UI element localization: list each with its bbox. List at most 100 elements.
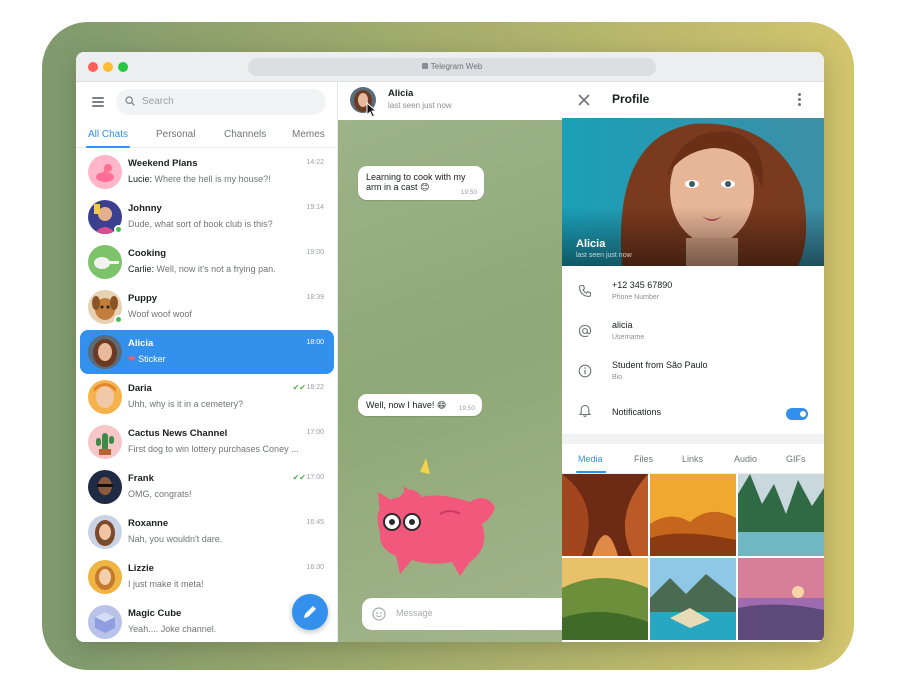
message-time: 19:50 [458,405,475,412]
message-placeholder: Message [396,608,433,618]
message-input[interactable]: Message [362,598,562,630]
section-divider [562,434,824,444]
phone-row[interactable]: +12 345 67890 Phone Number [562,274,824,314]
media-thumbnail[interactable] [562,558,648,640]
chat-preview: OMG, congrats! [128,489,192,499]
folder-tabs: All Chats Personal Channels Memes [76,122,338,148]
title-bar: Telegram Web [76,52,824,82]
read-checkmark-icon: ✔✔ [292,473,306,482]
chat-preview: Woof woof woof [128,309,192,319]
media-thumbnail[interactable] [738,474,824,556]
tab-all-chats[interactable]: All Chats [88,129,128,140]
tab-gifs[interactable]: GIFs [786,454,806,464]
active-tab-indicator [576,471,606,473]
chat-name: Daria [128,383,152,394]
shared-media-tabs: Media Files Links Audio GIFs [562,444,824,474]
chat-time: 16:30 [306,564,324,571]
chat-name: Weekend Plans [128,158,198,169]
message-bubble[interactable]: Learning to cook with my arm in a cast 😊 … [358,166,484,200]
notifications-toggle[interactable] [786,408,808,420]
tab-media[interactable]: Media [578,454,603,464]
chat-name: Cactus News Channel [128,428,228,439]
chat-item-daria[interactable]: ✔✔ Daria Uhh, why is it in a cemetery? 1… [80,375,334,419]
notifications-label: Notifications [612,407,662,417]
message-text: Learning to cook with my arm in a cast 😊 [366,172,466,192]
chat-name: Frank [128,473,154,484]
profile-photo[interactable]: Alicia last seen just now [562,118,824,266]
media-thumbnail[interactable] [562,474,648,556]
maximize-window-button[interactable] [118,62,128,72]
chat-time: 17:00 [306,429,324,436]
address-bar[interactable]: Telegram Web [248,58,656,76]
avatar [88,380,122,414]
profile-status: last seen just now [576,252,632,259]
tab-audio[interactable]: Audio [734,454,757,464]
search-input[interactable]: Search [116,89,326,115]
avatar [88,515,122,549]
read-checkmark-icon: ✔✔ [292,383,306,392]
chat-name: Roxanne [128,518,169,529]
username-row[interactable]: alicia Username [562,314,824,354]
chat-name: Lizzie [128,563,154,574]
more-options-icon[interactable] [798,93,802,107]
chat-time: 16:45 [306,519,324,526]
menu-icon[interactable] [92,97,104,107]
cat-sticker[interactable] [360,452,510,582]
emoji-icon[interactable] [372,607,386,621]
chat-preview: Dude, what sort of book club is this? [128,219,273,229]
active-tab-indicator [86,146,130,148]
conversation-title: Alicia [388,88,414,99]
message-text: Well, now I have! 😄 [366,400,447,410]
bio-row[interactable]: Student from São Paulo Bio [562,354,824,394]
chat-time: 18:22 [306,384,324,391]
chat-item-frank[interactable]: ✔✔ Frank OMG, congrats! 17:00 [80,465,334,509]
conversation-panel: Alicia last seen just now Learning to co… [338,82,562,642]
conversation-header[interactable]: Alicia last seen just now [338,82,562,120]
tab-memes[interactable]: Memes [292,129,325,140]
profile-header: Profile [562,82,824,118]
chat-time: 19:00 [306,249,324,256]
tab-channels[interactable]: Channels [224,129,266,140]
notifications-row[interactable]: Notifications [562,394,824,434]
media-thumbnail[interactable] [650,474,736,556]
chat-item-weekend-plans[interactable]: Weekend Plans Lucie: Where the hell is m… [80,150,334,194]
chat-name: Puppy [128,293,158,304]
heart-icon: ❤ [128,354,136,364]
phone-value: +12 345 67890 [612,280,673,290]
online-indicator [114,315,123,324]
message-bubble[interactable]: Well, now I have! 😄 19:50 [358,394,482,416]
avatar [88,425,122,459]
chat-item-cactus-news-channel[interactable]: Cactus News Channel First dog to win lot… [80,420,334,464]
media-grid [562,474,824,642]
chat-time: 14:22 [306,159,324,166]
chat-list-panel: Search All Chats Personal Channels Memes… [76,82,338,642]
close-icon[interactable] [578,94,590,106]
media-thumbnail[interactable] [650,558,736,640]
avatar [88,470,122,504]
chat-item-alicia[interactable]: Alicia ❤ Sticker 18:00 [80,330,334,374]
avatar [88,560,122,594]
info-icon [578,364,592,378]
chat-name: Cooking [128,248,166,259]
chat-item-roxanne[interactable]: Roxanne Nah, you wouldn't dare. 16:45 [80,510,334,554]
lock-icon [421,63,428,69]
profile-name: Alicia [576,238,606,250]
profile-panel: Profile Alicia last seen just now +12 34… [562,82,824,642]
chat-item-johnny[interactable]: Johnny Dude, what sort of book club is t… [80,195,334,239]
mouse-pointer-icon [366,102,378,118]
bio-value: Student from São Paulo [612,360,708,370]
chat-item-puppy[interactable]: Puppy Woof woof woof 18:39 [80,285,334,329]
chat-name: Alicia [128,338,154,349]
tab-links[interactable]: Links [682,454,703,464]
minimize-window-button[interactable] [103,62,113,72]
tab-personal[interactable]: Personal [156,129,195,140]
close-window-button[interactable] [88,62,98,72]
bell-icon [578,404,592,417]
tab-files[interactable]: Files [634,454,653,464]
chat-item-cooking[interactable]: Cooking Carlie: Well, now it's not a fry… [80,240,334,284]
chat-item-lizzie[interactable]: Lizzie I just make it meta! 16:30 [80,555,334,599]
chat-preview: Carlie: Well, now it's not a frying pan. [128,264,276,274]
media-thumbnail[interactable] [738,558,824,640]
chat-preview: I just make it meta! [128,579,204,589]
compose-button[interactable] [292,594,328,630]
